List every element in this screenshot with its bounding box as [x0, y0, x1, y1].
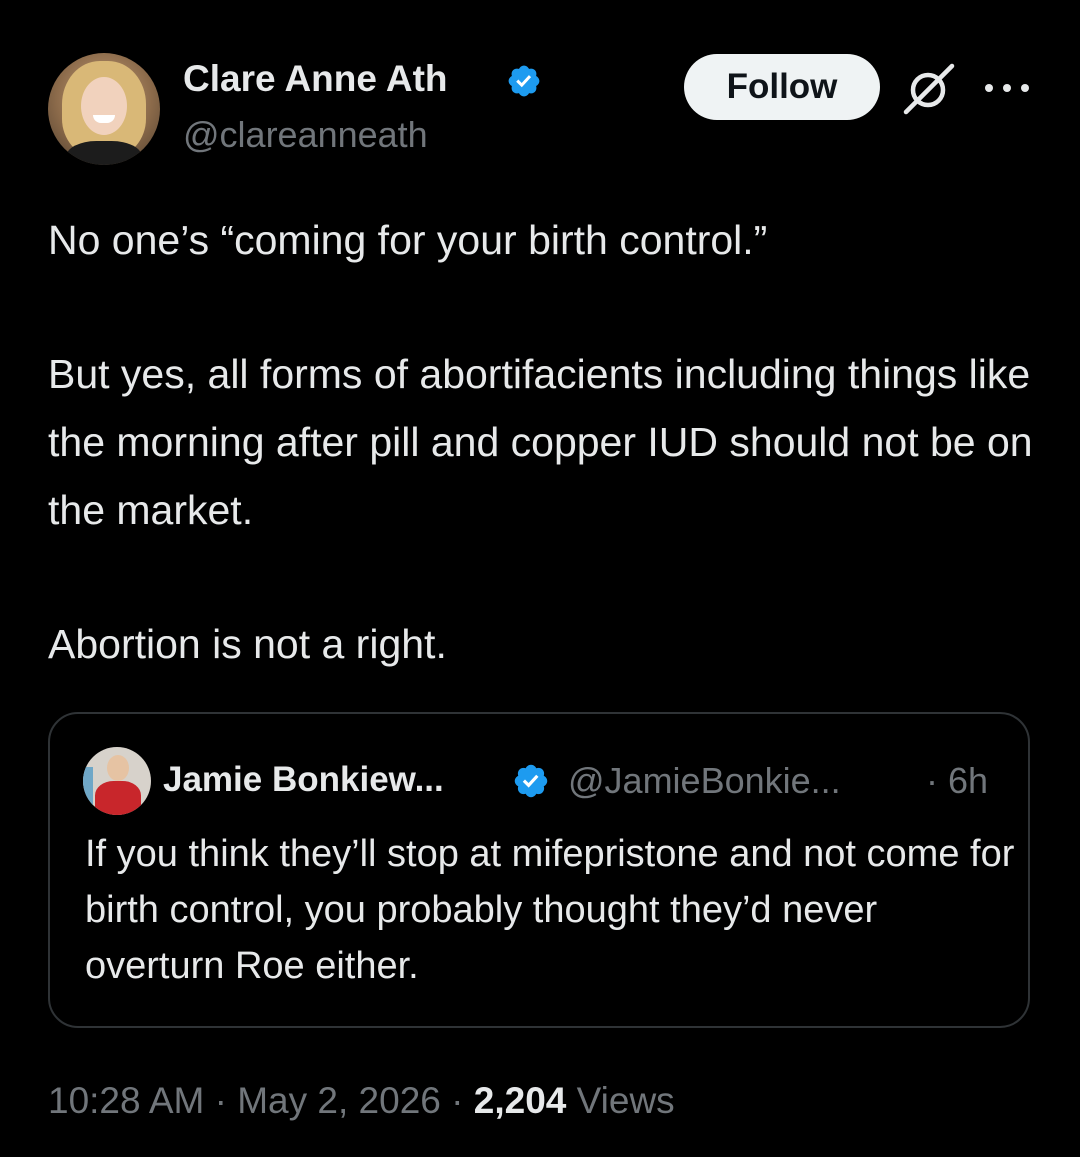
avatar-face: [81, 77, 127, 135]
meta-separator: ·: [440, 1080, 474, 1121]
quoted-author-handle: @JamieBonkie...: [568, 760, 841, 801]
quoted-author-avatar[interactable]: [83, 747, 151, 815]
views-label: Views: [566, 1080, 675, 1121]
more-dot-icon: [985, 84, 993, 92]
quoted-separator: ·: [926, 760, 938, 801]
more-dot-icon: [1003, 84, 1011, 92]
verified-badge-icon: [514, 764, 548, 798]
tweet-meta: 10:28 AM · May 2, 2026 · 2,204 Views: [48, 1080, 675, 1122]
more-dot-icon: [1021, 84, 1029, 92]
author-display-name[interactable]: Clare Anne Ath: [183, 58, 448, 100]
verified-badge-icon: [508, 65, 540, 97]
avatar-shirt: [66, 141, 142, 165]
quoted-tweet-card[interactable]: Jamie Bonkiew... @JamieBonkie... · 6h If…: [48, 712, 1030, 1028]
avatar-face: [107, 755, 129, 781]
tweet-text-paragraph: Abortion is not a right.: [48, 621, 447, 667]
author-avatar[interactable]: [48, 53, 160, 165]
avatar-background: [83, 767, 93, 807]
tweet-detail: Clare Anne Ath @clareanneath Follow No o…: [0, 0, 1080, 1157]
views-count[interactable]: 2,204: [474, 1080, 567, 1121]
grok-icon[interactable]: [900, 60, 958, 118]
meta-separator: ·: [204, 1080, 238, 1121]
tweet-text-paragraph: But yes, all forms of abortifacients inc…: [48, 351, 1033, 533]
quoted-author-display-name: Jamie Bonkiew...: [163, 760, 444, 799]
quoted-tweet-text: If you think they’ll stop at mifepriston…: [85, 833, 1015, 987]
author-handle[interactable]: @clareanneath: [183, 114, 428, 156]
follow-button[interactable]: Follow: [684, 54, 880, 120]
more-options-icon[interactable]: [985, 78, 1029, 98]
tweet-date[interactable]: May 2, 2026: [237, 1080, 441, 1121]
quoted-timestamp: 6h: [948, 760, 989, 801]
tweet-time[interactable]: 10:28 AM: [48, 1080, 204, 1121]
tweet-text-paragraph: No one’s “coming for your birth control.…: [48, 217, 768, 263]
avatar-shirt: [95, 781, 141, 815]
